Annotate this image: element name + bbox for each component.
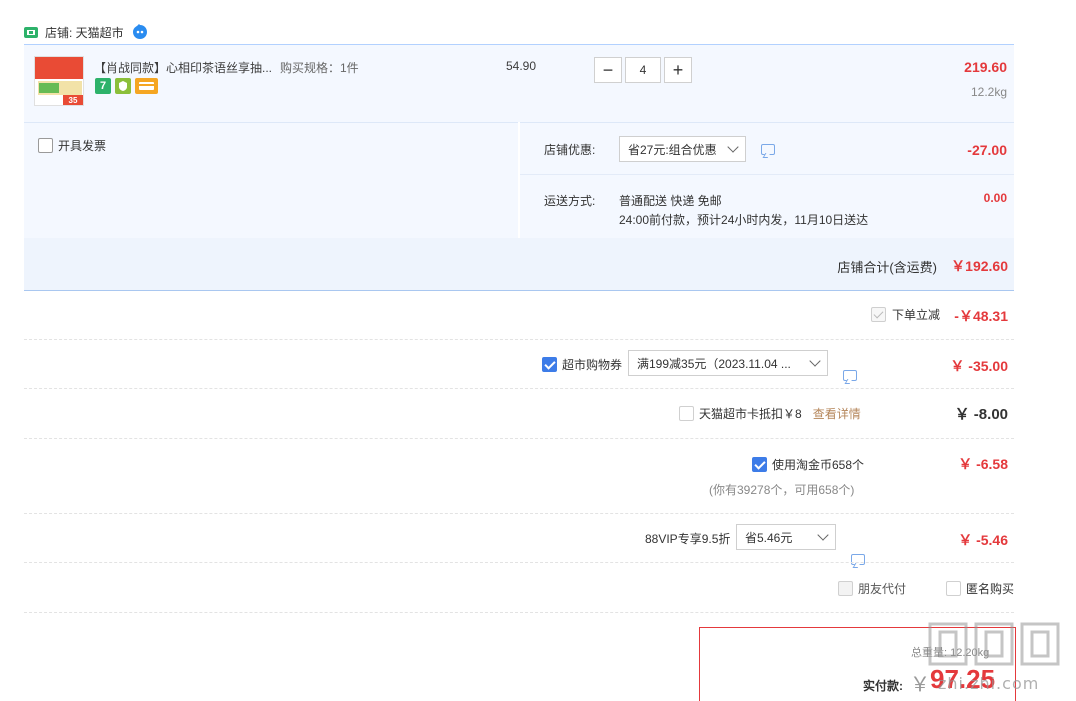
store-total-amount: ￥192.60 [951,258,1008,274]
item-weight: 12.2kg [970,85,1007,99]
supermarket-coupon-select[interactable]: 满199减35元（2023.11.04 ... [628,350,828,376]
quantity-stepper: − 4 + [594,57,692,83]
supermarket-coupon-amount: ￥ -35.00 [950,358,1008,374]
card-deduct-checkbox[interactable] [679,406,694,421]
message-icon[interactable] [761,144,775,155]
friend-pay-option[interactable]: 朋友代付 [838,580,906,597]
guarantee-icon[interactable] [115,78,131,94]
friend-pay-checkbox[interactable] [838,581,853,596]
vip-amount: ￥ -5.46 [958,532,1008,548]
message-icon[interactable] [851,554,865,565]
card-deduct-label: 天猫超市卡抵扣￥8 [699,407,802,421]
credit-card-icon[interactable] [135,78,158,94]
pay-label: 实付款: [863,679,903,693]
taojinbi-checkbox[interactable] [752,457,767,472]
chevron-down-icon [817,529,829,541]
taojinbi-label: 使用淘金币658个 [772,458,865,472]
taojinbi-note: (你有39278个，可用658个) [709,483,855,497]
anonymous-option[interactable]: 匿名购买 [946,580,1014,597]
invoice-label: 开具发票 [58,139,107,153]
friend-pay-label: 朋友代付 [858,582,907,596]
card-deduct-amount: ￥ -8.00 [954,406,1008,423]
service-badges: 7 [95,78,158,94]
vip-discount-selected: 省5.46元 [745,530,793,545]
store-discount-selected: 省27元:组合优惠 [628,142,717,157]
instant-discount-option: 下单立减 [871,306,940,323]
shipping-method: 普通配送 快递 免邮 [619,194,722,208]
instant-discount-label: 下单立减 [892,308,941,322]
divider [24,562,1014,563]
invoice-checkbox[interactable] [38,138,53,153]
product-title-link[interactable]: 【肖战同款】心相印茶语丝享抽... [94,59,272,76]
anonymous-checkbox[interactable] [946,581,961,596]
chevron-down-icon [809,355,821,367]
vip-label: 88VIP专享9.5折 [645,532,731,546]
supermarket-coupon-label: 超市购物券 [562,358,623,372]
shipping-amount: 0.00 [983,191,1007,205]
supermarket-coupon-selected: 满199减35元（2023.11.04 ... [637,356,791,371]
card-deduct-option[interactable]: 天猫超市卡抵扣￥8 查看详情 [679,405,861,422]
invoice-option[interactable]: 开具发票 [38,137,106,154]
store-discount-label: 店铺优惠: [544,143,596,157]
store-total-label: 店铺合计(含运费) [837,260,937,275]
supermarket-coupon-checkbox[interactable] [542,357,557,372]
divider [24,339,1014,340]
vip-discount-select[interactable]: 省5.46元 [736,524,836,550]
instant-discount-amount: -￥48.31 [954,308,1008,324]
store-header: 店铺: 天猫超市 [24,22,148,42]
divider [24,388,1014,389]
store-discount-select[interactable]: 省27元:组合优惠 [619,136,746,162]
tmall-icon [24,26,38,38]
shipping-label: 运送方式: [544,194,596,208]
supermarket-coupon-option[interactable]: 超市购物券 [542,356,622,373]
instant-discount-checkbox [871,307,886,322]
watermark: zhi.zhi.com [920,620,1070,698]
anonymous-label: 匿名购买 [966,582,1015,596]
store-discount-amount: -27.00 [967,142,1007,158]
shipping-eta: 24:00前付款，预计24小时内发，11月10日送达 [619,213,869,227]
watermark-text: zhi.zhi.com [938,674,1040,693]
chevron-down-icon [727,141,739,153]
taojinbi-option[interactable]: 使用淘金币658个 [752,456,864,473]
quantity-plus-button[interactable]: + [664,57,692,83]
quantity-input[interactable]: 4 [625,57,661,83]
card-deduct-detail-link[interactable]: 查看详情 [813,405,861,422]
wangwang-chat-icon[interactable] [132,24,148,40]
cart-item-row: 35 【肖战同款】心相印茶语丝享抽... 购买规格：1件 7 54.90 − 4… [24,44,1014,122]
message-icon[interactable] [843,370,857,381]
seven-day-return-icon[interactable]: 7 [95,78,111,94]
taojinbi-amount: ￥ -6.58 [958,456,1008,472]
unit-price: 54.90 [506,59,537,73]
divider [24,438,1014,439]
divider [24,513,1014,514]
store-name[interactable]: 店铺: 天猫超市 [45,24,124,41]
quantity-minus-button[interactable]: − [594,57,622,83]
divider [24,612,1014,613]
product-thumbnail[interactable]: 35 [34,56,84,106]
item-subtotal: 219.60 [964,59,1007,75]
product-spec: 购买规格：1件 [280,61,359,75]
